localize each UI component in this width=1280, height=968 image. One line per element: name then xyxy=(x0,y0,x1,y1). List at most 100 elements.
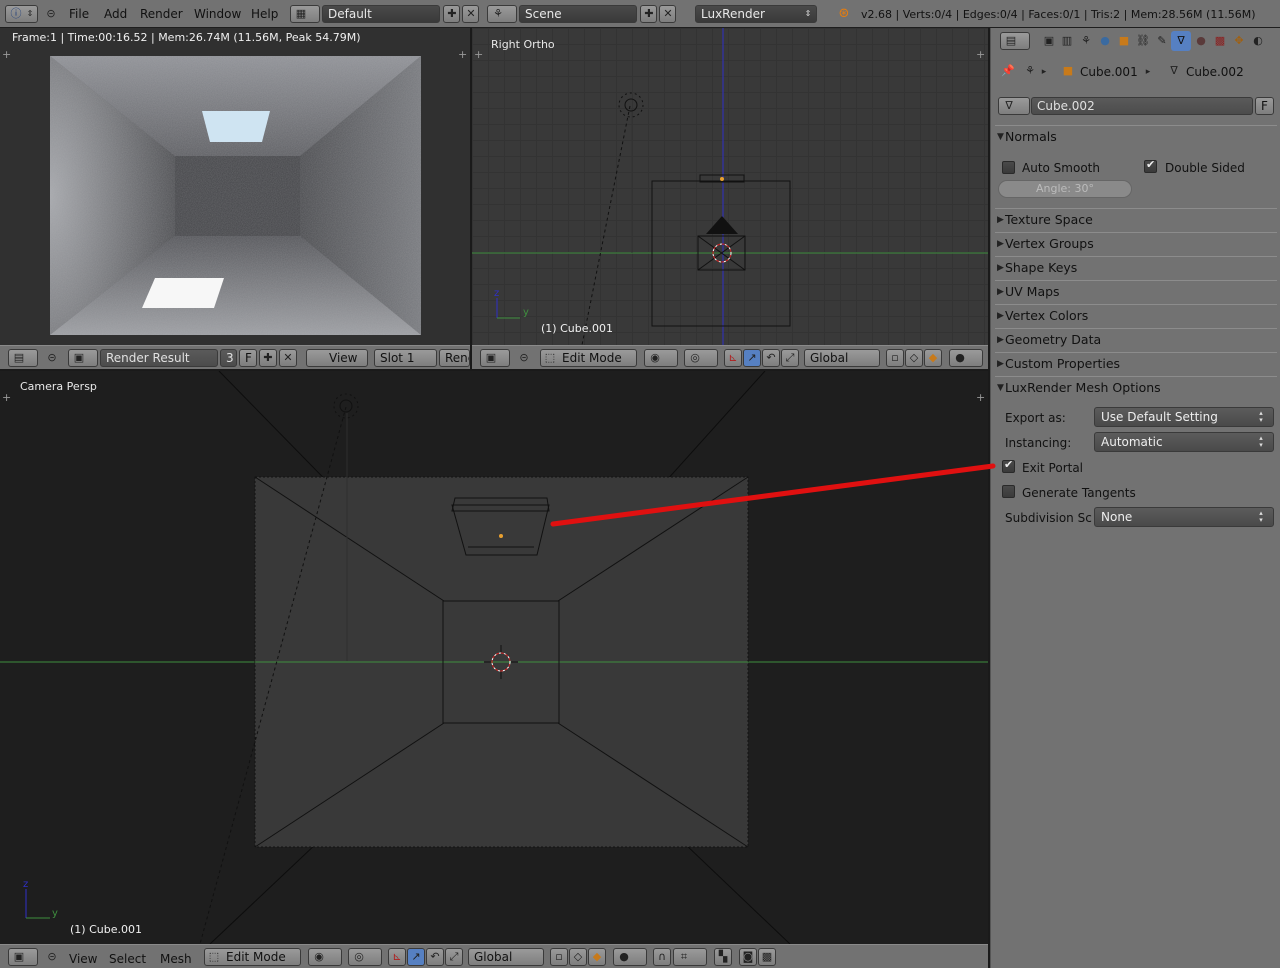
panel-normals-header[interactable]: ▼ Normals xyxy=(995,125,1277,148)
mesh-browse-button[interactable]: ∇ xyxy=(998,97,1030,115)
menu-mesh[interactable]: Mesh xyxy=(160,952,192,966)
slot-dropdown[interactable]: Slot 1 xyxy=(374,349,437,367)
snap-element-dropdown[interactable]: ⌗ xyxy=(673,948,707,966)
add-scene-button[interactable]: ✚ xyxy=(640,5,657,23)
panel-texture-space[interactable]: ▶ Texture Space xyxy=(995,208,1277,231)
area-separator[interactable] xyxy=(0,369,988,371)
collapse-menu-icon[interactable]: ⊝ xyxy=(46,949,58,965)
render-layers-tab-icon[interactable]: ▥ xyxy=(1058,33,1076,49)
vertex-select-button[interactable]: ▫ xyxy=(886,349,904,367)
material-tab-icon[interactable]: ● xyxy=(1192,33,1210,49)
collapse-menu-icon[interactable]: ⊝ xyxy=(518,350,530,366)
edge-select-button[interactable]: ◇ xyxy=(569,948,587,966)
translate-manipulator-button[interactable]: ↗ xyxy=(743,349,761,367)
rotate-manipulator-button[interactable]: ↶ xyxy=(426,948,444,966)
layer-button[interactable]: ▚ xyxy=(714,948,732,966)
camera-persp-viewport[interactable]: Camera Persp + + z y (1) Cube.001 xyxy=(0,371,988,944)
subdivision-scheme-dropdown[interactable]: None xyxy=(1094,507,1274,527)
screen-layout-selector[interactable]: ▦ xyxy=(290,5,320,23)
modifiers-tab-icon[interactable]: ✎ xyxy=(1153,33,1171,49)
image-users-count[interactable]: 3 xyxy=(220,349,237,367)
proportional-edit-dropdown[interactable]: ● xyxy=(949,349,983,367)
particles-tab-icon[interactable]: ✥ xyxy=(1230,33,1248,49)
image-name-field[interactable]: Render Result xyxy=(100,349,218,367)
pivot-point-dropdown[interactable]: ◉ xyxy=(308,948,342,966)
menu-window[interactable]: Window xyxy=(194,7,241,21)
menu-render[interactable]: Render xyxy=(140,7,183,21)
render-layer-dropdown[interactable]: Renc xyxy=(439,349,470,367)
delete-scene-button[interactable]: ✕ xyxy=(659,5,676,23)
instancing-dropdown[interactable]: Automatic xyxy=(1094,432,1274,452)
physics-tab-icon[interactable]: ◐ xyxy=(1249,33,1267,49)
menu-view[interactable]: View xyxy=(69,952,97,966)
exit-portal-checkbox[interactable] xyxy=(1002,458,1015,473)
right-ortho-viewport[interactable]: Right Ortho + + z y (1) Cube.001 xyxy=(472,28,988,345)
double-sided-checkbox[interactable] xyxy=(1144,158,1157,173)
export-as-dropdown[interactable]: Use Default Setting xyxy=(1094,407,1274,427)
scene-field[interactable]: Scene xyxy=(519,5,637,23)
translate-manipulator-button[interactable]: ↗ xyxy=(407,948,425,966)
mesh-data-tab[interactable]: ∇ xyxy=(1171,31,1191,51)
collapse-menu-icon[interactable]: ⊝ xyxy=(45,6,57,22)
editor-type-button[interactable]: ▤ xyxy=(1000,32,1030,50)
editor-type-button[interactable]: ▤ xyxy=(8,349,38,367)
mesh-name-field[interactable]: Cube.002 xyxy=(1031,97,1253,115)
snap-toggle[interactable]: ∩ xyxy=(653,948,671,966)
panel-vertex-colors[interactable]: ▶ Vertex Colors xyxy=(995,304,1277,327)
area-separator[interactable] xyxy=(470,28,472,369)
manipulator-toggle[interactable]: ⊾ xyxy=(724,349,742,367)
editor-type-button[interactable]: ▣ xyxy=(480,349,510,367)
fake-user-button[interactable]: F xyxy=(1255,97,1274,115)
scene-tab-icon[interactable]: ⚘ xyxy=(1077,33,1095,49)
menu-help[interactable]: Help xyxy=(251,7,278,21)
opengl-render-button[interactable]: ◙ xyxy=(739,948,757,966)
view-mode-button[interactable]: View xyxy=(306,349,368,367)
image-browse-button[interactable]: ▣ xyxy=(68,349,98,367)
pin-icon[interactable]: 📌 xyxy=(1000,63,1016,79)
texture-tab-icon[interactable]: ▩ xyxy=(1211,33,1229,49)
edge-select-button[interactable]: ◇ xyxy=(905,349,923,367)
panel-luxrender-mesh-options[interactable]: ▼ LuxRender Mesh Options xyxy=(995,376,1277,399)
rotate-manipulator-button[interactable]: ↶ xyxy=(762,349,780,367)
opengl-animation-button[interactable]: ▩ xyxy=(758,948,776,966)
render-tab-icon[interactable]: ▣ xyxy=(1040,33,1058,49)
mode-dropdown[interactable]: ⬚ Edit Mode xyxy=(204,948,301,966)
transform-orientation-dropdown[interactable]: Global xyxy=(468,948,544,966)
add-screen-button[interactable]: ✚ xyxy=(443,5,460,23)
scale-manipulator-button[interactable]: ⤢ xyxy=(445,948,463,966)
screen-layout-field[interactable]: Default xyxy=(322,5,440,23)
pivot-point-dropdown[interactable]: ◉ xyxy=(644,349,678,367)
delete-screen-button[interactable]: ✕ xyxy=(462,5,479,23)
image-editor-area[interactable]: Frame:1 | Time:00:16.52 | Mem:26.74M (11… xyxy=(0,28,470,345)
object-tab-icon[interactable]: ■ xyxy=(1115,33,1133,49)
plus-corner-icon[interactable]: + xyxy=(2,48,11,61)
panel-geometry-data[interactable]: ▶ Geometry Data xyxy=(995,328,1277,351)
scale-manipulator-button[interactable]: ⤢ xyxy=(781,349,799,367)
panel-uv-maps[interactable]: ▶ UV Maps xyxy=(995,280,1277,303)
info-editor-type-button[interactable]: ⓘ ⇕ xyxy=(5,5,38,23)
face-select-button[interactable]: ◆ xyxy=(924,349,942,367)
transform-orientation-dropdown[interactable]: Global xyxy=(804,349,880,367)
render-engine-dropdown[interactable]: LuxRender ⇕ xyxy=(695,5,817,23)
menu-add[interactable]: Add xyxy=(104,7,127,21)
panel-vertex-groups[interactable]: ▶ Vertex Groups xyxy=(995,232,1277,255)
scene-selector[interactable]: ⚘ xyxy=(487,5,517,23)
manipulator-toggle[interactable]: ⊾ xyxy=(388,948,406,966)
menu-file[interactable]: File xyxy=(69,7,89,21)
proportional-edit-dropdown[interactable]: ● xyxy=(613,948,647,966)
vertex-select-button[interactable]: ▫ xyxy=(550,948,568,966)
plus-corner-icon[interactable]: + xyxy=(458,48,467,61)
panel-shape-keys[interactable]: ▶ Shape Keys xyxy=(995,256,1277,279)
viewport-shading-dropdown[interactable]: ◎ xyxy=(684,349,718,367)
angle-slider[interactable]: Angle: 30° xyxy=(998,180,1132,198)
fake-user-button[interactable]: F xyxy=(239,349,257,367)
constraints-tab-icon[interactable]: ⛓ xyxy=(1134,33,1152,49)
viewport-shading-dropdown[interactable]: ◎ xyxy=(348,948,382,966)
new-image-button[interactable]: ✚ xyxy=(259,349,277,367)
generate-tangents-checkbox[interactable] xyxy=(1002,485,1015,498)
face-select-button[interactable]: ◆ xyxy=(588,948,606,966)
panel-custom-properties[interactable]: ▶ Custom Properties xyxy=(995,352,1277,375)
collapse-menu-icon[interactable]: ⊝ xyxy=(46,350,58,366)
mode-dropdown[interactable]: ⬚ Edit Mode xyxy=(540,349,637,367)
unlink-image-button[interactable]: ✕ xyxy=(279,349,297,367)
